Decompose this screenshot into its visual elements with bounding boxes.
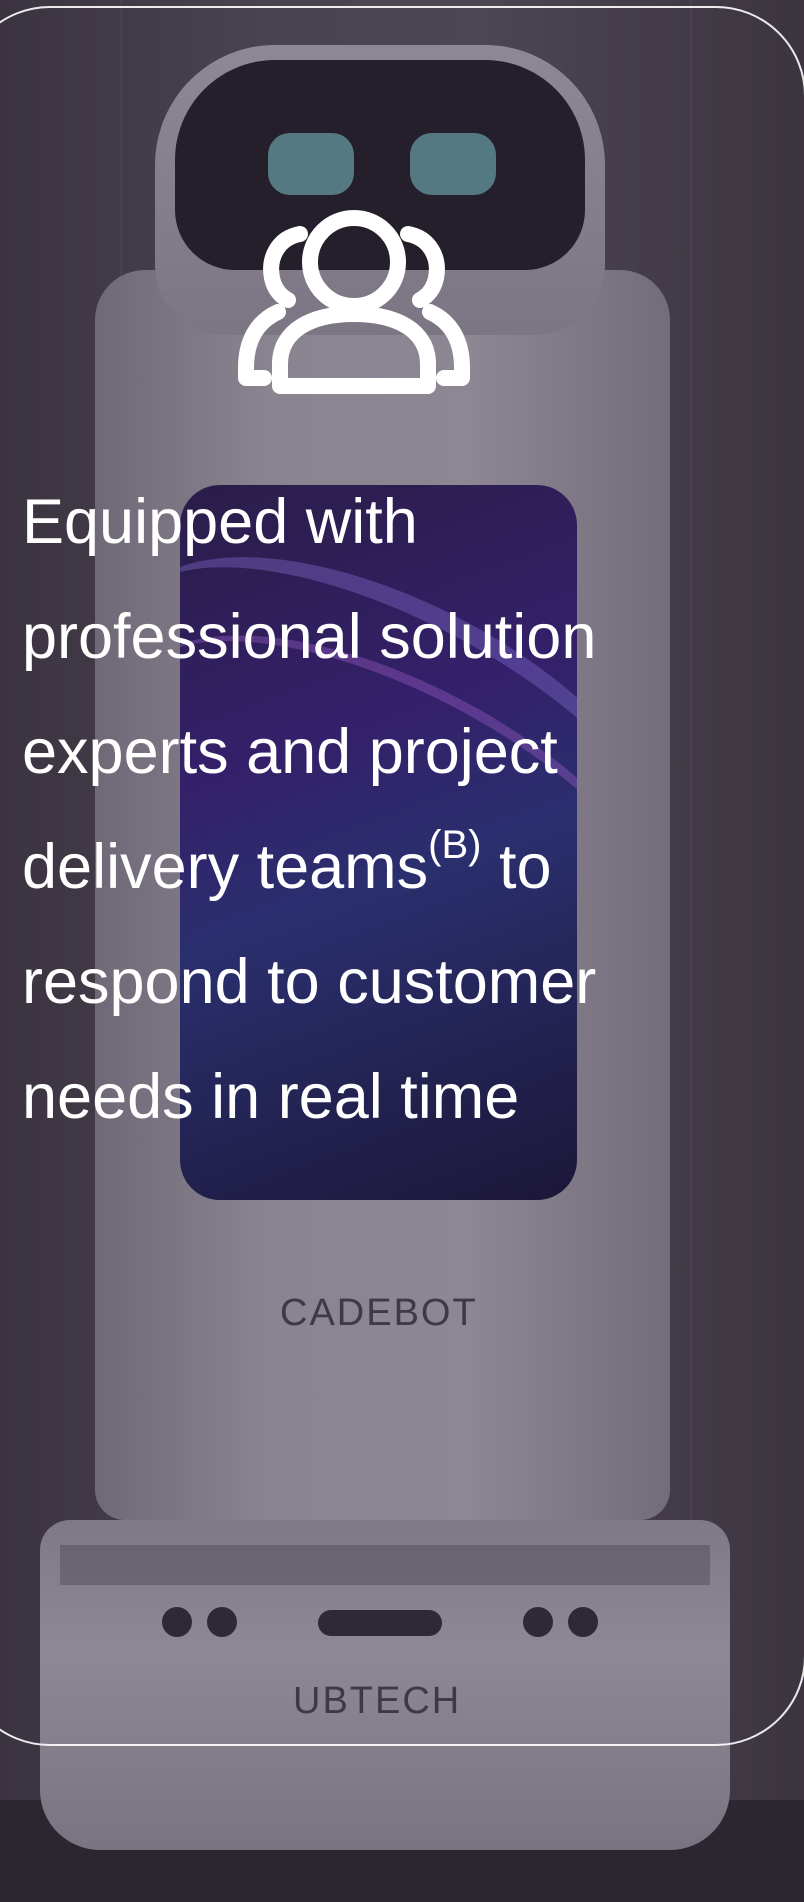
footnote-marker: (B): [428, 823, 482, 867]
people-group-icon: [238, 210, 470, 394]
card-headline: Equipped with professional solution expe…: [22, 465, 662, 1155]
hero-card-scene: CADEBOT UBTECH Equipped with professiona…: [0, 0, 804, 1902]
